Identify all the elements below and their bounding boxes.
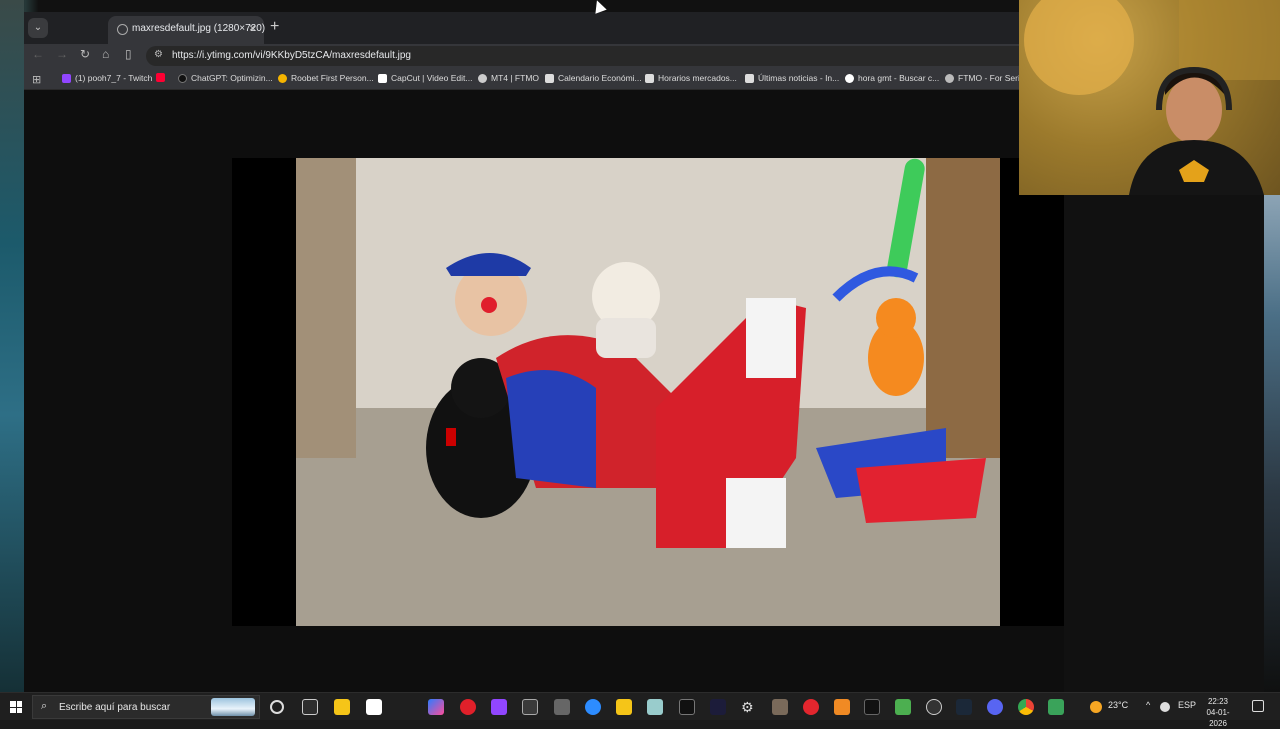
site-info-icon[interactable]: ⚙ [154, 49, 163, 60]
taskbar: ⌕ Escribe aquí para buscar ⚙ 23°C ^ ESP … [0, 692, 1280, 728]
bookmark-ftmo[interactable]: FTMO - For Seriou [945, 73, 1029, 83]
photo-illustration [296, 158, 1000, 626]
bookmark-capcut[interactable]: CapCut | Video Edit... [378, 73, 472, 83]
youtube-icon [156, 73, 165, 82]
browser-toolbar: ← → ↻ ⌂ ▯ ⚙ https://i.ytimg.com/vi/9KKby… [24, 44, 1064, 68]
search-highlight-image [211, 698, 255, 716]
taskbar-search-box[interactable]: ⌕ Escribe aquí para buscar [32, 695, 260, 719]
roobet-icon [278, 73, 287, 83]
investing-icon [745, 73, 754, 83]
app-icon-green-cube[interactable] [1048, 699, 1064, 715]
bookmark-twitch[interactable]: (1) pooh7_7 - Twitch [62, 73, 152, 83]
language-indicator[interactable]: ESP [1178, 700, 1196, 710]
ftmo-icon [945, 73, 954, 83]
system-clock[interactable]: 22:23 04-01-2026 [1198, 696, 1238, 729]
clock-time: 22:23 [1207, 697, 1229, 706]
bookmark-youtube[interactable] [156, 73, 165, 82]
bookmark-google[interactable]: hora gmt - Buscar c... [845, 73, 939, 83]
network-icon[interactable] [1160, 702, 1170, 712]
tab-close-icon[interactable]: × [249, 21, 256, 35]
apps-grid-icon[interactable]: ⊞ [32, 73, 41, 86]
chrome-icon[interactable] [1018, 699, 1034, 715]
zoom-icon[interactable] [585, 699, 601, 715]
tab-title: maxresdefault.jpg (1280×720) [132, 23, 266, 34]
desktop-wallpaper-left [0, 0, 24, 692]
side-panel-icon[interactable]: ▯ [125, 47, 132, 61]
app-icon-orange[interactable] [834, 699, 850, 715]
bookmark-chatgpt[interactable]: ChatGPT: Optimizin... [178, 73, 273, 83]
webcam-person-illustration [1024, 0, 1280, 195]
webcam-overlay [1019, 0, 1280, 195]
discord-icon[interactable] [987, 699, 1003, 715]
app-icon-teal[interactable] [647, 699, 663, 715]
task-view-icon[interactable] [302, 699, 318, 715]
settings-gear-icon[interactable]: ⚙ [741, 699, 757, 715]
desktop-wallpaper-right [1264, 190, 1280, 692]
clock-date: 04-01-2026 [1206, 708, 1230, 728]
capcut-icon[interactable] [679, 699, 695, 715]
bookmarks-bar: ⊞ (1) pooh7_7 - Twitch ChatGPT: Optimizi… [24, 68, 1064, 90]
clown-with-dogs-photo[interactable] [296, 158, 1000, 626]
opera-icon[interactable] [803, 699, 819, 715]
weather-temp[interactable]: 23°C [1108, 700, 1128, 710]
reload-icon[interactable]: ↻ [80, 47, 90, 61]
twitch-icon[interactable] [491, 699, 507, 715]
search-placeholder: Escribe aquí para buscar [59, 702, 171, 713]
show-hidden-icons-icon[interactable]: ^ [1146, 700, 1150, 710]
url-text: https://i.ytimg.com/vi/9KKbyD5tzCA/maxre… [172, 50, 411, 61]
investing-icon [545, 73, 554, 83]
weather-sun-icon[interactable] [1090, 701, 1102, 713]
address-bar[interactable]: ⚙ https://i.ytimg.com/vi/9KKbyD5tzCA/max… [146, 46, 1064, 66]
capcut-icon [378, 73, 387, 83]
app-icon-dark[interactable] [710, 699, 726, 715]
app-icon-circle[interactable] [926, 699, 942, 715]
investing-icon [645, 73, 654, 83]
bookmark-noticias[interactable]: Últimas noticias - In... [745, 73, 839, 83]
tab-bar: ⌄ maxresdefault.jpg (1280×720) × + [24, 12, 1064, 44]
page-viewport [24, 90, 1064, 692]
home-icon[interactable]: ⌂ [102, 47, 109, 61]
active-tab[interactable]: maxresdefault.jpg (1280×720) × [108, 16, 266, 44]
tiktok-icon[interactable] [864, 699, 880, 715]
copilot-icon[interactable] [428, 699, 444, 715]
search-icon: ⌕ [41, 700, 48, 712]
back-icon[interactable]: ← [32, 47, 44, 61]
tab-search-button[interactable]: ⌄ [28, 18, 48, 38]
steam-icon[interactable] [956, 699, 972, 715]
windows-start-icon[interactable] [10, 701, 22, 713]
notification-center-icon[interactable] [1252, 700, 1264, 712]
minecraft-icon[interactable] [895, 699, 911, 715]
browser-window: ⌄ maxresdefault.jpg (1280×720) × + ← → ↻… [24, 12, 1064, 692]
chatgpt-icon [178, 73, 187, 83]
notepad-icon[interactable] [366, 699, 382, 715]
app-icon-red[interactable] [460, 699, 476, 715]
cortana-icon[interactable] [270, 700, 284, 714]
bookmark-ftmo-mt4[interactable]: MT4 | FTMO [478, 73, 539, 83]
app-icon-brown[interactable] [772, 699, 788, 715]
sticky-notes-icon[interactable] [616, 699, 632, 715]
bookmark-calendario[interactable]: Calendario Económi... [545, 73, 642, 83]
app-icon-recycle[interactable] [522, 699, 538, 715]
globe-icon [117, 24, 128, 35]
globe-icon [478, 73, 487, 83]
new-tab-button[interactable]: + [270, 19, 279, 35]
app-icon-grid[interactable] [554, 699, 570, 715]
twitch-icon [62, 73, 71, 83]
bookmark-roobet[interactable]: Roobet First Person... [278, 73, 374, 83]
forward-icon[interactable]: → [56, 47, 68, 61]
file-explorer-icon[interactable] [334, 699, 350, 715]
image-container [232, 158, 1064, 626]
bookmark-horarios[interactable]: Horarios mercados... [645, 73, 737, 83]
google-icon [845, 73, 854, 83]
